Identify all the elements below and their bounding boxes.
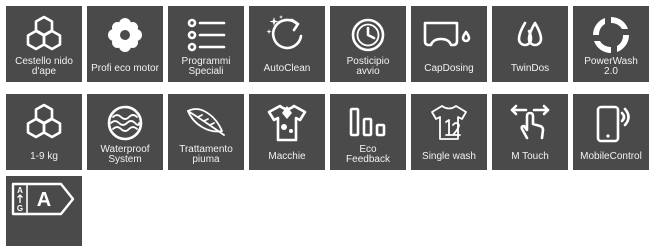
tile-label: PowerWash 2.0 — [584, 56, 638, 77]
smartphone-wifi-icon — [596, 105, 630, 143]
energy-scale-bottom: G — [17, 204, 23, 213]
tile-programmi-speciali: Programmi Speciali — [168, 6, 244, 82]
flower-gear-icon — [108, 18, 142, 52]
tile-label: AutoClean — [263, 63, 311, 74]
honeycomb-drum-icon — [26, 15, 62, 51]
feather-icon — [187, 108, 225, 136]
tile-label: TwinDos — [510, 63, 550, 74]
tile-macchie: Macchie — [249, 94, 325, 170]
tile-single-wash: Single wash — [411, 94, 487, 170]
feature-grid: Cestello nido d'ape Profi eco motor Prog… — [0, 0, 650, 246]
waves-circle-icon — [107, 105, 143, 141]
honeycomb-icon — [26, 103, 62, 139]
tile-label: Programmi Speciali — [181, 56, 231, 77]
tile-mobilecontrol: MobileControl — [573, 94, 649, 170]
tile-twindos: TwinDos — [492, 6, 568, 82]
tile-label: Eco Feedback — [346, 144, 390, 165]
tile-autoclean: AutoClean — [249, 6, 325, 82]
tile-energy-class: A G A — [6, 176, 82, 246]
tile-eco-feedback: Eco Feedback — [330, 94, 406, 170]
single-shirt-icon — [431, 105, 467, 140]
tile-profi-eco-motor: Profi eco motor — [87, 6, 163, 82]
tile-capdosing: CapDosing — [411, 6, 487, 82]
tile-label: M Touch — [511, 151, 549, 162]
tile-m-touch: M Touch — [492, 94, 568, 170]
stained-shirt-icon — [267, 104, 307, 142]
tile-posticipio-avvio: Posticipio avvio — [330, 6, 406, 82]
tile-trattamento-piuma: Trattamento piuma — [168, 94, 244, 170]
energy-scale-top: A — [17, 186, 23, 195]
energy-class-letter: A — [37, 189, 51, 211]
tile-1-9-kg: 1-9 kg — [6, 94, 82, 170]
tile-powerwash: PowerWash 2.0 — [573, 6, 649, 82]
bars-icon — [349, 107, 386, 137]
touch-hand-icon — [510, 104, 550, 140]
sparkle-refresh-icon — [266, 15, 303, 50]
tile-label: Waterproof System — [100, 144, 150, 165]
twin-drops-icon — [517, 21, 543, 47]
tile-label: 1-9 kg — [30, 151, 58, 162]
tile-label: Posticipio avvio — [346, 56, 390, 77]
clock-icon — [351, 18, 385, 52]
tile-cestello-nido-ape: Cestello nido d'ape — [6, 6, 82, 82]
tile-label: Cestello nido d'ape — [15, 56, 73, 77]
tile-label: Trattamento piuma — [179, 144, 233, 165]
tile-label: CapDosing — [424, 63, 474, 74]
capsule-drop-icon — [423, 21, 471, 47]
energy-label-icon: A G A — [11, 182, 75, 216]
tile-label: Profi eco motor — [91, 63, 159, 74]
tile-label: Macchie — [268, 151, 306, 162]
tile-waterproof-system: Waterproof System — [87, 94, 163, 170]
list-icon — [187, 18, 226, 52]
spin-arrows-icon — [593, 16, 629, 54]
tile-label: MobileControl — [580, 151, 642, 162]
tile-label: Single wash — [422, 151, 476, 162]
